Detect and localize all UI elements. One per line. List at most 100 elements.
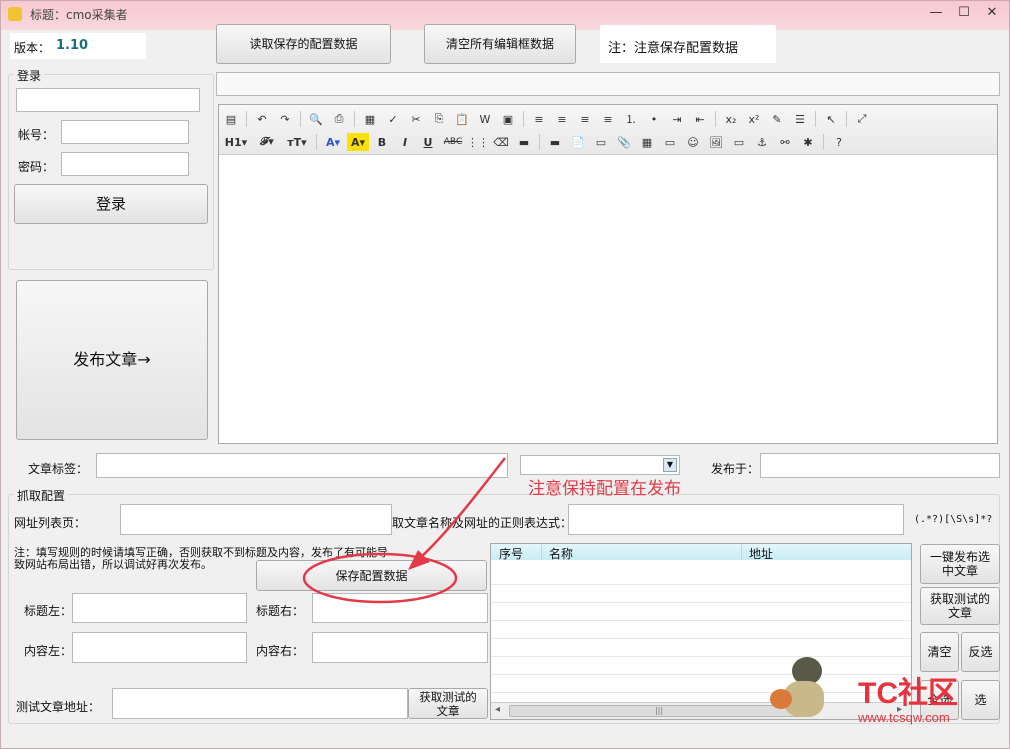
get-test-article-button[interactable]: 获取测试的文章 bbox=[920, 587, 1000, 625]
get-test-article-inline-button[interactable]: 获取测试的文章 bbox=[408, 688, 488, 719]
strikethrough-button[interactable]: ABC bbox=[441, 133, 465, 151]
column-header-index[interactable]: 序号 bbox=[499, 545, 523, 562]
login-url-input[interactable] bbox=[16, 88, 200, 112]
grid-horizontal-scrollbar[interactable]: ◂ ||| ▸ bbox=[491, 702, 911, 719]
align-left-icon[interactable]: ≡ bbox=[529, 110, 549, 128]
copy-icon[interactable]: ⎘ bbox=[429, 110, 449, 128]
account-input[interactable] bbox=[61, 120, 189, 144]
attach-icon[interactable]: 📎 bbox=[614, 133, 634, 151]
align-right-icon[interactable]: ≡ bbox=[575, 110, 595, 128]
eraser-icon[interactable]: ⌫ bbox=[491, 133, 511, 151]
font-size-dropdown[interactable]: тT▾ bbox=[283, 133, 311, 151]
paste-text-icon[interactable]: 📋 bbox=[452, 110, 472, 128]
highlight-button[interactable]: A▾ bbox=[347, 133, 369, 151]
fullscreen-icon[interactable]: ⤢ bbox=[852, 110, 872, 128]
title-right-label: 标题右： bbox=[256, 604, 305, 618]
test-url-input[interactable] bbox=[112, 688, 408, 719]
editor-content-area[interactable] bbox=[219, 156, 997, 443]
read-config-button[interactable]: 读取保存的配置数据 bbox=[216, 24, 391, 64]
table-icon[interactable]: ⋮⋮ bbox=[467, 133, 489, 151]
clean-icon[interactable]: ✓ bbox=[383, 110, 403, 128]
justify-icon[interactable]: ≡ bbox=[598, 110, 618, 128]
font-color-button[interactable]: A▾ bbox=[322, 133, 344, 151]
cut-icon[interactable]: ✂ bbox=[406, 110, 426, 128]
content-left-input[interactable] bbox=[72, 632, 247, 663]
grid-line bbox=[491, 584, 911, 585]
grid-line bbox=[491, 638, 911, 639]
toolbar-separator bbox=[300, 111, 301, 127]
column-header-url[interactable]: 地址 bbox=[749, 545, 773, 562]
grid-icon[interactable]: ▦ bbox=[637, 133, 657, 151]
paste-icon[interactable]: ▤ bbox=[221, 110, 241, 128]
save-config-button[interactable]: 保存配置数据 bbox=[256, 560, 487, 591]
extra-select-button[interactable]: 选 bbox=[961, 680, 1000, 720]
chevron-down-icon[interactable]: ▼ bbox=[663, 458, 677, 472]
title-left-input[interactable] bbox=[72, 593, 247, 623]
hr-icon[interactable]: ▭ bbox=[660, 133, 680, 151]
paste-html-icon[interactable]: ▣ bbox=[498, 110, 518, 128]
italic-button[interactable]: I bbox=[395, 133, 415, 151]
align-center-icon[interactable]: ≡ bbox=[552, 110, 572, 128]
underline-button[interactable]: U bbox=[418, 133, 438, 151]
outdent-icon[interactable]: ⇤ bbox=[690, 110, 710, 128]
maximize-button[interactable]: ☐ bbox=[952, 2, 976, 24]
list-page-input[interactable] bbox=[120, 504, 392, 535]
toolbar-row-1: ▤ ↶ ↷ 🔍 ⎙ ▦ ✓ ✂ ⎘ 📋 W ▣ ≡ ≡ ≡ ≡ ⒈ • ⇥ ⇤ x₂ x² ✎ ☰ ↖ ⤢ bbox=[221, 108, 872, 130]
regex-input[interactable] bbox=[568, 504, 904, 535]
cursor-icon[interactable]: ↖ bbox=[821, 110, 841, 128]
clear-all-button[interactable]: 清空所有编辑框数据 bbox=[424, 24, 576, 64]
tags-input[interactable] bbox=[96, 453, 508, 478]
superscript-icon[interactable]: x² bbox=[744, 110, 764, 128]
link-icon[interactable]: ⚯ bbox=[775, 133, 795, 151]
help-icon[interactable]: ? bbox=[829, 133, 849, 151]
code-icon[interactable]: ▭ bbox=[591, 133, 611, 151]
mascot-drumstick bbox=[770, 689, 792, 709]
publish-selected-button[interactable]: 一键发布选中文章 bbox=[920, 544, 1000, 584]
version-value: 1.10 bbox=[56, 38, 89, 53]
clear-format-icon[interactable]: ✎ bbox=[767, 110, 787, 128]
password-input[interactable] bbox=[61, 152, 189, 176]
redo-icon[interactable]: ↷ bbox=[275, 110, 295, 128]
login-button[interactable]: 登录 bbox=[14, 184, 208, 224]
pagebreak-icon[interactable]: ▭ bbox=[729, 133, 749, 151]
watermark-url: www.tcsqw.com bbox=[858, 710, 950, 725]
image-icon[interactable]: 🖼 bbox=[706, 133, 726, 151]
scroll-thumb[interactable]: ||| bbox=[509, 705, 809, 717]
publish-article-button[interactable]: 发布文章→ bbox=[16, 280, 208, 440]
preview-icon[interactable]: 🔍 bbox=[306, 110, 326, 128]
insert-media-icon[interactable]: ▬ bbox=[545, 133, 565, 151]
close-button[interactable]: ✕ bbox=[980, 2, 1004, 24]
clear-list-button[interactable]: 清空 bbox=[920, 632, 959, 672]
emoticon-icon[interactable]: ☺ bbox=[683, 133, 703, 151]
select-all-icon[interactable]: ☰ bbox=[790, 110, 810, 128]
minimize-button[interactable]: — bbox=[924, 2, 948, 24]
ordered-list-icon[interactable]: ⒈ bbox=[621, 110, 641, 128]
scroll-left-icon[interactable]: ◂ bbox=[495, 704, 500, 715]
print-icon[interactable]: ⎙ bbox=[329, 110, 349, 128]
indent-icon[interactable]: ⇥ bbox=[667, 110, 687, 128]
unlink-icon[interactable]: ✱ bbox=[798, 133, 818, 151]
paste-word-icon[interactable]: W bbox=[475, 110, 495, 128]
content-left-label: 内容左： bbox=[24, 644, 73, 658]
invert-selection-button[interactable]: 反选 bbox=[961, 632, 1000, 672]
heading-dropdown[interactable]: H1▾ bbox=[221, 133, 251, 151]
unordered-list-icon[interactable]: • bbox=[644, 110, 664, 128]
title-right-input[interactable] bbox=[312, 593, 488, 623]
top-strip-input[interactable] bbox=[216, 72, 1000, 96]
template-icon[interactable]: 📄 bbox=[568, 133, 588, 151]
article-grid[interactable]: 序号 名称 地址 ◂ ||| ▸ bbox=[490, 543, 912, 720]
subscript-icon[interactable]: x₂ bbox=[721, 110, 741, 128]
copy-format-icon[interactable]: ▦ bbox=[360, 110, 380, 128]
insert-flash-icon[interactable]: ▬ bbox=[514, 133, 534, 151]
title-left-label: 标题左： bbox=[24, 604, 73, 618]
font-family-dropdown[interactable]: 𝓕▾ bbox=[254, 133, 280, 151]
undo-icon[interactable]: ↶ bbox=[252, 110, 272, 128]
bold-button[interactable]: B bbox=[372, 133, 392, 151]
content-right-input[interactable] bbox=[312, 632, 488, 663]
toolbar-separator bbox=[823, 134, 824, 150]
publish-at-input[interactable] bbox=[760, 453, 1000, 478]
publish-category-select[interactable]: ▼ bbox=[520, 455, 680, 475]
notice-box: 注：注意保存配置数据 bbox=[600, 25, 776, 63]
anchor-icon[interactable]: ⚓ bbox=[752, 133, 772, 151]
column-header-name[interactable]: 名称 bbox=[549, 545, 573, 562]
